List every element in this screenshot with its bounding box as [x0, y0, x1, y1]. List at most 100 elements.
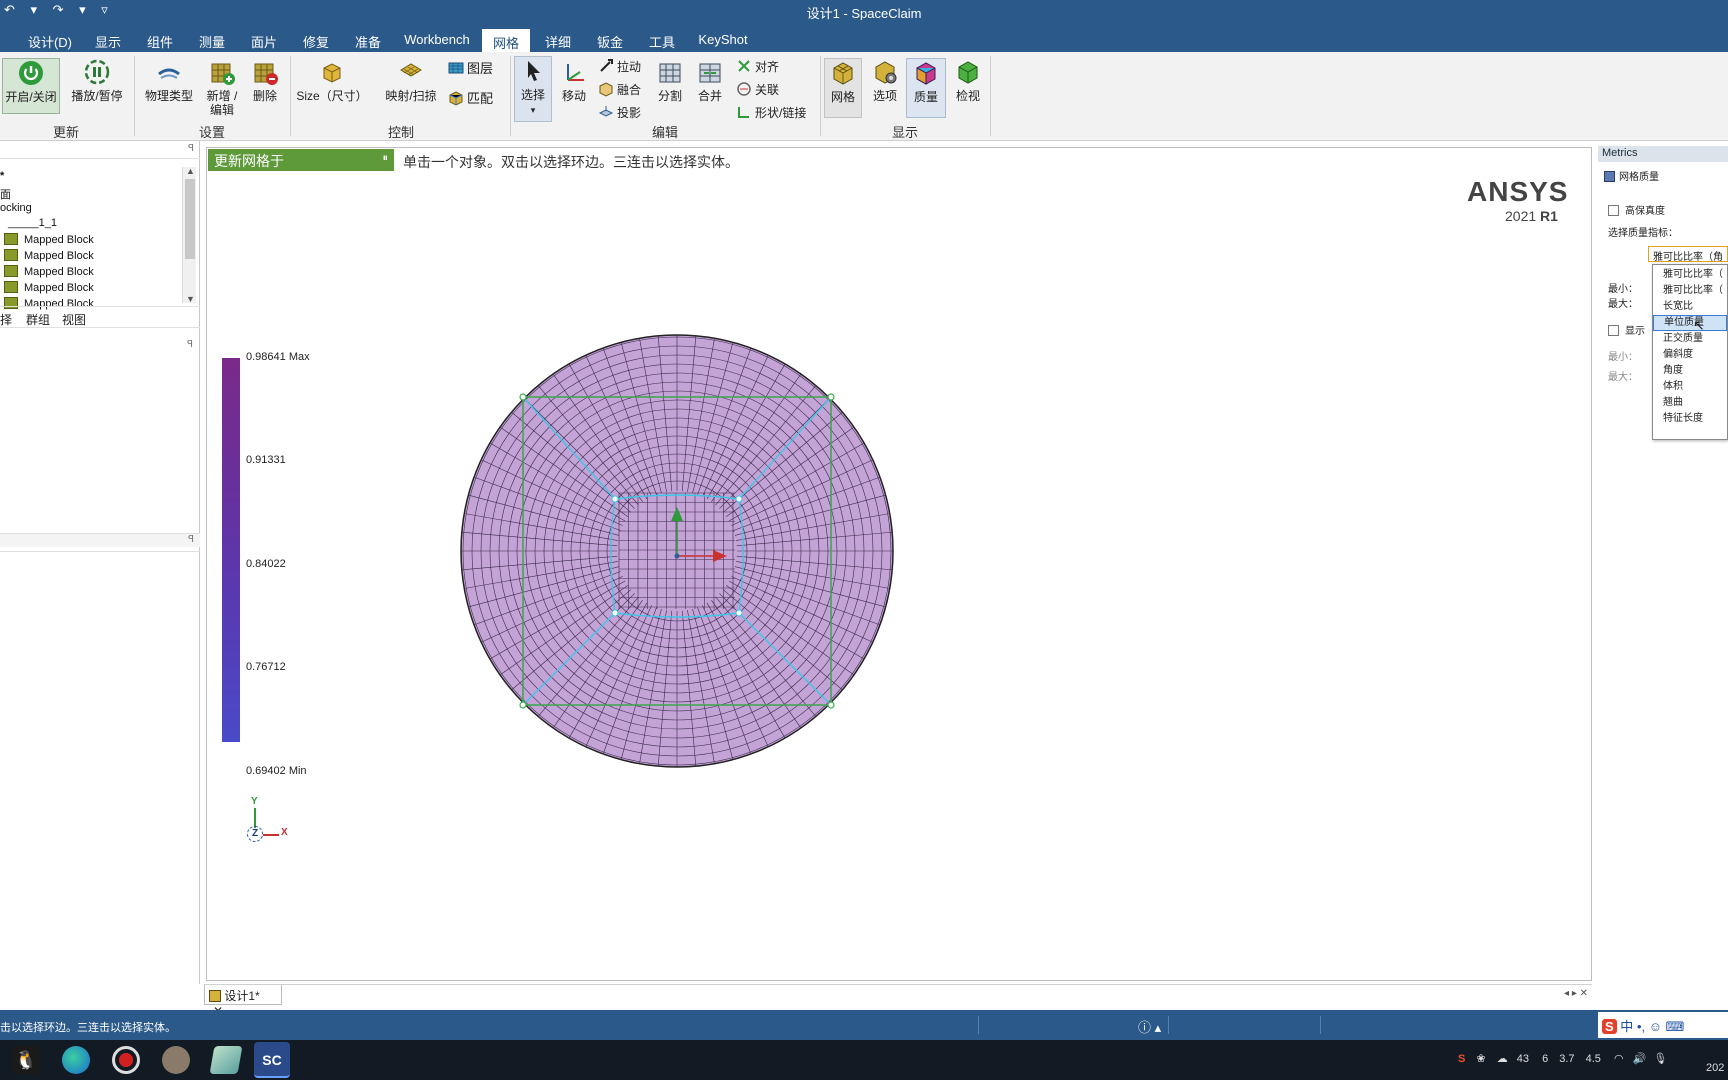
- tab-sheetmetal[interactable]: 钣金: [590, 28, 630, 52]
- dropdown-option[interactable]: 正交质量: [1653, 331, 1727, 347]
- ime-tool-icons[interactable]: •, ☺ ⌨: [1637, 1019, 1684, 1034]
- show-checkbox[interactable]: 显示: [1608, 322, 1645, 337]
- tree-item[interactable]: *: [0, 170, 4, 182]
- qq-icon[interactable]: 🐧: [12, 1046, 40, 1074]
- tab-display[interactable]: 显示: [88, 28, 128, 52]
- tray-number: 6: [1542, 1053, 1549, 1065]
- arrow-cursor-icon: [528, 61, 540, 81]
- project-button[interactable]: 投影: [598, 104, 648, 120]
- pull-button[interactable]: 拉动: [598, 58, 648, 74]
- pin-icon[interactable]: ꟼ: [187, 339, 193, 350]
- merge-button[interactable]: 合并: [692, 58, 728, 103]
- select-metric-label: 选择质量指标：: [1608, 228, 1678, 239]
- blend-button[interactable]: 融合: [598, 81, 648, 97]
- axis-x-line: [263, 834, 279, 836]
- pin-icon[interactable]: ꟼ: [188, 143, 194, 154]
- scroll-up-icon[interactable]: ▲: [186, 166, 195, 176]
- align-button[interactable]: 对齐: [736, 58, 806, 74]
- size-button[interactable]: Size（尺寸）: [296, 58, 368, 103]
- wifi-icon[interactable]: ◠: [1614, 1053, 1624, 1065]
- tab-measure[interactable]: 测量: [192, 28, 232, 52]
- delete-button[interactable]: 删除: [246, 58, 284, 103]
- tree-item-block[interactable]: Mapped Block: [4, 265, 94, 278]
- shape-link-button[interactable]: 形状/链接: [736, 104, 814, 120]
- record-icon[interactable]: [112, 1046, 140, 1074]
- mesh-model[interactable]: [457, 331, 897, 771]
- tab-groups[interactable]: 群组: [26, 311, 50, 328]
- graphics-viewport[interactable]: 更新网格于 ⏸ 单击一个对象。双击以选择环边。三连击以选择实体。 ANSYS 2…: [206, 147, 1592, 981]
- quality-button[interactable]: 质量: [906, 58, 946, 118]
- high-fidelity-checkbox[interactable]: 高保真度: [1608, 202, 1665, 217]
- volume-icon[interactable]: 🔊: [1633, 1053, 1647, 1065]
- cloud-icon[interactable]: ☁: [1497, 1053, 1508, 1065]
- ime-mode[interactable]: 中: [1620, 1019, 1633, 1034]
- document-tab[interactable]: 设计1* ✕: [204, 985, 282, 1018]
- pause-icon[interactable]: ⏸: [383, 152, 389, 165]
- scroll-down-icon[interactable]: ▼: [186, 294, 195, 304]
- tab-workbench[interactable]: Workbench: [400, 28, 474, 52]
- notes-app-icon[interactable]: [209, 1046, 243, 1074]
- ime-toolbar[interactable]: S 中 •, ☺ ⌨: [1598, 1012, 1728, 1038]
- tree-item-block[interactable]: Mapped Block: [4, 249, 94, 262]
- checkbox[interactable]: [1608, 205, 1619, 216]
- options-button[interactable]: 选项: [866, 58, 904, 103]
- new-edit-button[interactable]: 新增 / 编辑: [202, 58, 242, 117]
- physics-type-button[interactable]: 物理类型: [140, 58, 198, 103]
- tree-item[interactable]: _____1_1: [8, 217, 57, 229]
- dropdown-option[interactable]: 特征长度: [1653, 411, 1727, 427]
- edge-icon[interactable]: [62, 1046, 90, 1074]
- tab-keyshot[interactable]: KeyShot: [694, 28, 752, 52]
- shape-link-icon: [738, 107, 749, 118]
- mesh-quality-item[interactable]: 网格质量: [1604, 168, 1659, 183]
- dropdown-option-selected[interactable]: 单位质量: [1653, 315, 1727, 331]
- match-button[interactable]: 匹配: [448, 90, 506, 106]
- tab-design[interactable]: 设计(D): [20, 28, 80, 52]
- split-button[interactable]: 分割: [652, 58, 688, 103]
- sogou-tray-icon[interactable]: S: [1458, 1053, 1465, 1065]
- tab-facets[interactable]: 面片: [244, 28, 284, 52]
- legend-min: 0.69402 Min: [246, 765, 307, 777]
- tab-tools[interactable]: 工具: [642, 28, 682, 52]
- spaceclaim-taskbar-icon[interactable]: SC: [254, 1042, 290, 1078]
- microphone-icon[interactable]: 🎙: [1653, 1053, 1667, 1065]
- tab-detail[interactable]: 详细: [538, 28, 578, 52]
- select-button[interactable]: 选择 ▾: [514, 56, 552, 122]
- tray-app-icon[interactable]: ❀: [1476, 1053, 1485, 1065]
- move-button[interactable]: 移动: [556, 58, 592, 103]
- tab-selection[interactable]: 择: [0, 311, 12, 328]
- tab-views[interactable]: 视图: [62, 311, 86, 328]
- tree-item-block[interactable]: Mapped Block: [4, 233, 94, 246]
- properties-header: ꟼ: [0, 533, 200, 547]
- tab-nav-icons[interactable]: ◂ ▸ ✕: [1564, 988, 1588, 999]
- metric-select[interactable]: 雅可比比率（角: [1648, 246, 1728, 262]
- dropdown-option[interactable]: 体积: [1653, 379, 1727, 395]
- info-icon[interactable]: ⓘ ▴: [1138, 1017, 1161, 1036]
- play-pause-button[interactable]: 播放/暂停: [66, 58, 128, 103]
- map-sweep-button[interactable]: 映射/扫掠: [380, 58, 442, 103]
- dropdown-option[interactable]: 翘曲: [1653, 395, 1727, 411]
- select-dropdown-arrow[interactable]: ▾: [531, 105, 536, 115]
- checkbox[interactable]: [1608, 325, 1619, 336]
- tree-item[interactable]: ocking: [0, 202, 32, 214]
- scroll-thumb[interactable]: [185, 179, 195, 259]
- delete-mesh-icon: [254, 63, 278, 85]
- dropdown-option[interactable]: 偏斜度: [1653, 347, 1727, 363]
- dropdown-option[interactable]: 雅可比比率（: [1653, 267, 1727, 283]
- tree-scrollbar[interactable]: ▲ ▼: [182, 166, 196, 304]
- dropdown-option[interactable]: 角度: [1653, 363, 1727, 379]
- inspect-button[interactable]: 检视: [950, 58, 986, 103]
- tab-mesh[interactable]: 网格: [482, 29, 530, 52]
- relate-button[interactable]: 关联: [736, 81, 806, 97]
- dropdown-option[interactable]: 雅可比比率（: [1653, 283, 1727, 299]
- tree-item-block[interactable]: Mapped Block: [4, 281, 94, 294]
- tree-item[interactable]: 面: [0, 186, 11, 202]
- avatar-app-icon[interactable]: [162, 1046, 190, 1074]
- layer-button[interactable]: 图层: [448, 60, 506, 76]
- on-off-button[interactable]: 开启/关闭: [2, 58, 60, 114]
- tab-assembly[interactable]: 组件: [140, 28, 180, 52]
- dropdown-option[interactable]: 长宽比: [1653, 299, 1727, 315]
- pin-icon[interactable]: ꟼ: [188, 534, 194, 545]
- mesh-display-button[interactable]: 网格: [824, 58, 862, 118]
- tab-repair[interactable]: 修复: [296, 28, 336, 52]
- tab-prepare[interactable]: 准备: [348, 28, 388, 52]
